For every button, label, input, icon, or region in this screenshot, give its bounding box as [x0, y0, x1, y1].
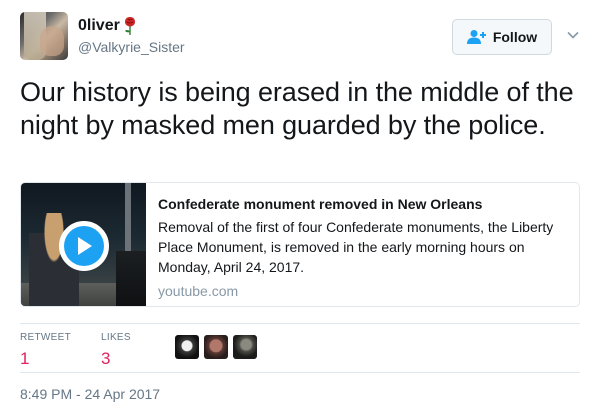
user-handle[interactable]: @Valkyrie_Sister [78, 39, 185, 55]
card-domain: youtube.com [158, 283, 239, 299]
divider [20, 323, 580, 324]
rose-icon [124, 17, 135, 35]
likes-label: LIKES [101, 332, 131, 343]
name-row: 0liver [78, 16, 137, 36]
card-body: Confederate monument removed in New Orle… [158, 195, 568, 299]
divider [20, 372, 580, 373]
follow-button-label: Follow [492, 29, 538, 45]
liker-avatar[interactable] [232, 335, 257, 359]
add-person-icon [466, 30, 486, 44]
card-thumbnail[interactable] [21, 183, 146, 306]
retweet-count: 1 [20, 349, 30, 368]
tweet-text: Our history is being erased in the middl… [20, 77, 574, 140]
tweet-stats: RETWEET 1 LIKES 3 [20, 332, 262, 369]
likes-count: 3 [101, 349, 111, 368]
avatar[interactable] [20, 12, 68, 60]
card-title[interactable]: Confederate monument removed in New Orle… [158, 195, 568, 213]
follow-button[interactable]: Follow [452, 19, 552, 55]
card-description: Removal of the first of four Confederate… [158, 219, 554, 275]
timestamp[interactable]: 8:49 PM - 24 Apr 2017 [20, 386, 160, 402]
retweet-label: RETWEET [20, 332, 71, 343]
liker-avatar[interactable] [203, 335, 228, 359]
play-icon[interactable] [59, 221, 109, 271]
display-name[interactable]: 0liver [78, 17, 120, 35]
link-card[interactable]: Confederate monument removed in New Orle… [20, 182, 580, 307]
chevron-down-icon[interactable] [566, 28, 580, 42]
liker-avatar[interactable] [174, 335, 199, 359]
tweet: 0liver @Valkyrie_Sister Follow Our histo… [0, 0, 610, 417]
likes-stat[interactable]: LIKES 3 [101, 332, 131, 369]
retweet-stat[interactable]: RETWEET 1 [20, 332, 71, 369]
likers-avatars [174, 335, 262, 359]
